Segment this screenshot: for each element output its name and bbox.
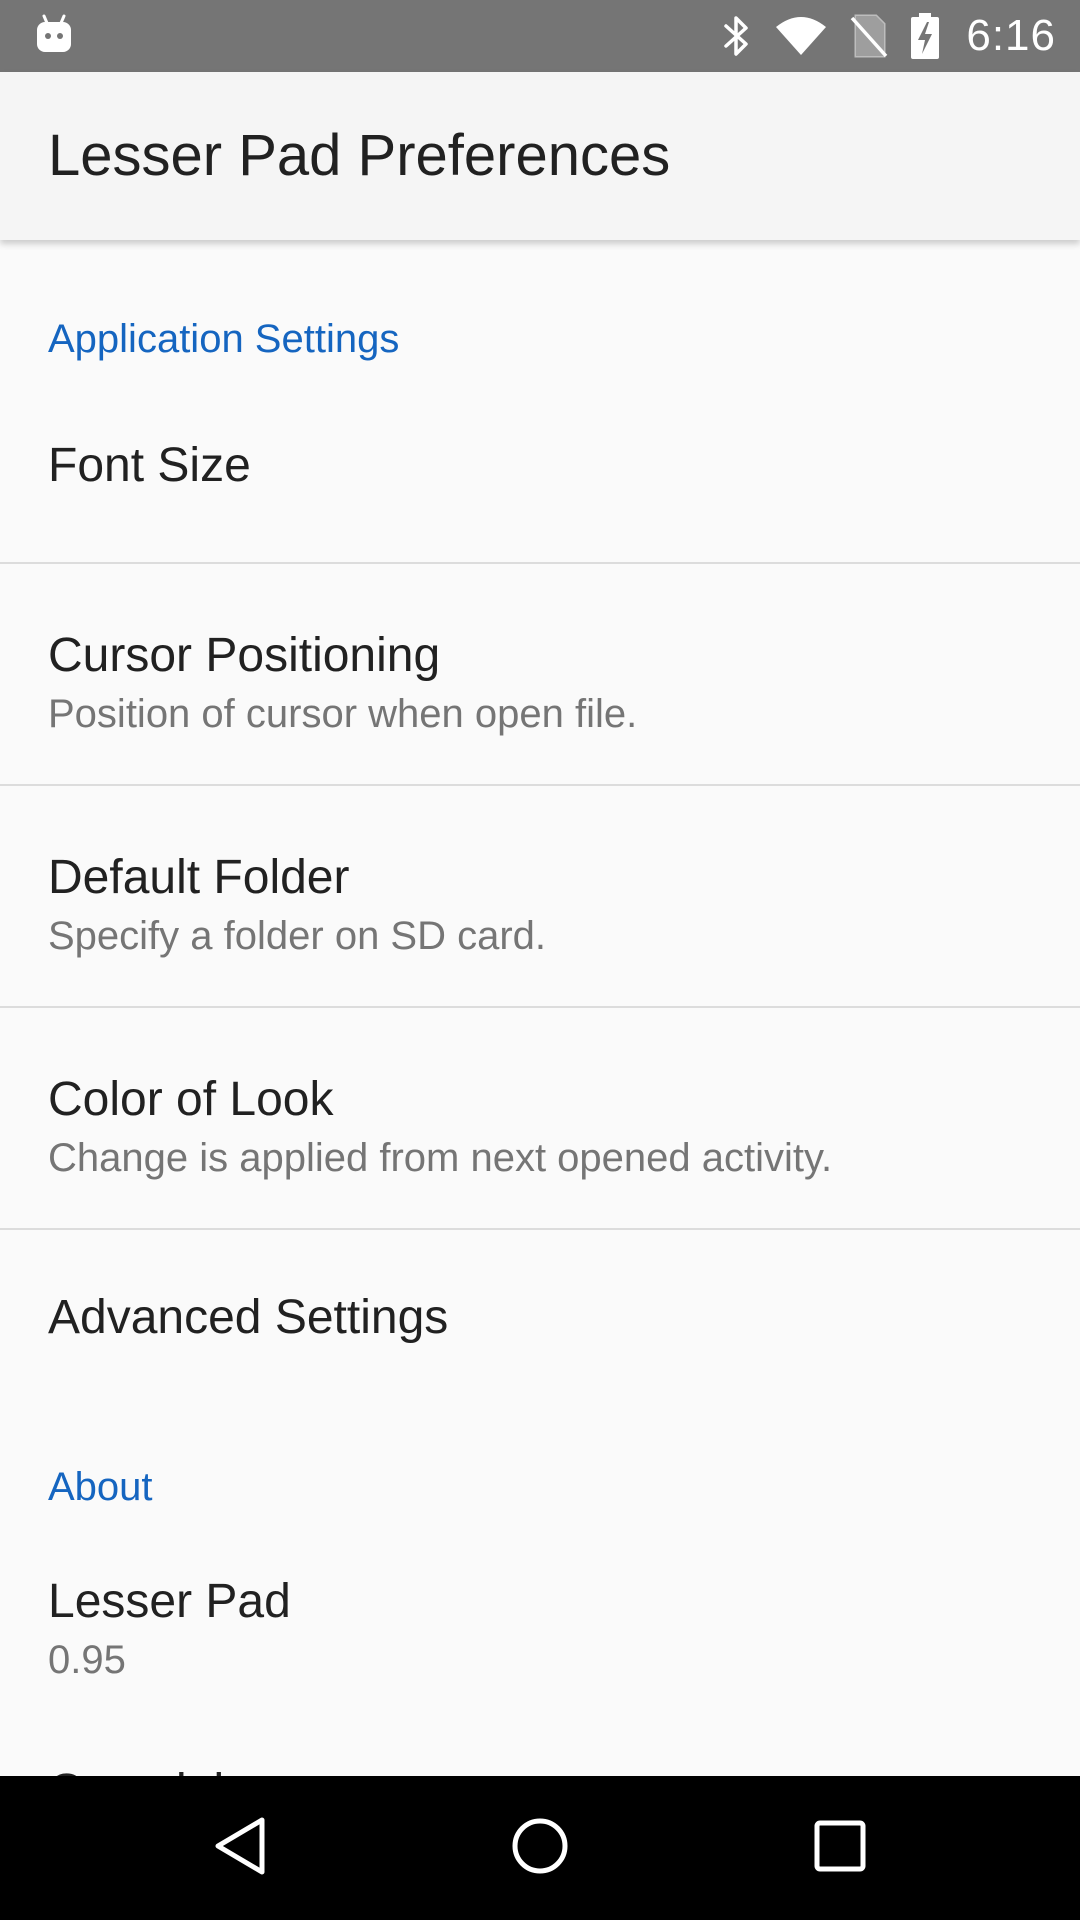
pref-cursor-positioning[interactable]: Cursor Positioning Position of cursor wh… — [0, 564, 1080, 784]
pref-summary: Change is applied from next opened activ… — [48, 1136, 833, 1180]
bluetooth-icon — [722, 14, 752, 58]
navigation-bar — [0, 1776, 1080, 1920]
category-label: About — [48, 1465, 153, 1509]
screen: 6:16 Lesser Pad Preferences Application … — [0, 0, 1080, 1920]
pref-title: Cursor Positioning — [48, 629, 441, 682]
pref-summary: 0.95 — [48, 1638, 126, 1682]
pref-title: Advanced Settings — [48, 1291, 449, 1344]
pref-color-of-look[interactable]: Color of Look Change is applied from nex… — [0, 1008, 1080, 1228]
preferences-list[interactable]: Application Settings Font Size Cursor Po… — [0, 240, 1080, 1776]
pref-title: Color of Look — [48, 1073, 334, 1126]
pref-title: Lesser Pad — [48, 1575, 291, 1628]
nav-back-button[interactable] — [160, 1776, 320, 1920]
status-time: 6:16 — [966, 11, 1056, 60]
pref-title: Copyright — [48, 1762, 1032, 1776]
category-application-settings: Application Settings — [0, 240, 1080, 394]
battery-charging-icon — [910, 12, 940, 60]
pref-advanced-settings[interactable]: Advanced Settings — [0, 1230, 1080, 1390]
pref-title: Font Size — [48, 439, 251, 492]
app-bar: Lesser Pad Preferences — [0, 72, 1080, 240]
pref-title: Default Folder — [48, 851, 350, 904]
recents-icon — [812, 1818, 868, 1879]
pref-copyright[interactable]: Copyright — [0, 1762, 1080, 1776]
home-icon — [510, 1816, 570, 1881]
android-debug-icon — [36, 14, 72, 54]
nav-home-button[interactable] — [460, 1776, 620, 1920]
pref-summary: Position of cursor when open file. — [48, 692, 638, 736]
status-icons: 6:16 — [722, 0, 1056, 72]
pref-font-size[interactable]: Font Size — [0, 394, 1080, 562]
wifi-icon — [774, 15, 828, 57]
category-about: About — [0, 1390, 1080, 1542]
pref-default-folder[interactable]: Default Folder Specify a folder on SD ca… — [0, 786, 1080, 1006]
pref-summary: Specify a folder on SD card. — [48, 914, 547, 958]
pref-lesser-pad[interactable]: Lesser Pad 0.95 — [0, 1542, 1080, 1762]
status-bar: 6:16 — [0, 0, 1080, 72]
no-sim-icon — [850, 14, 888, 58]
back-icon — [212, 1816, 268, 1881]
page-title: Lesser Pad Preferences — [48, 123, 671, 188]
nav-recents-button[interactable] — [760, 1776, 920, 1920]
category-label: Application Settings — [48, 317, 400, 361]
